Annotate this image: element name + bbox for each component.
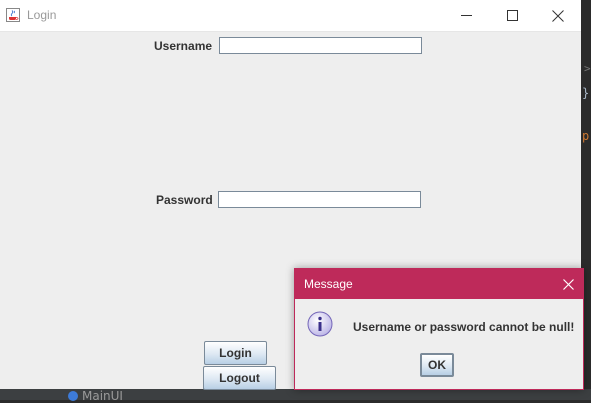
maximize-icon bbox=[506, 10, 518, 21]
dialog-title: Message bbox=[304, 277, 353, 291]
dialog-titlebar[interactable]: Message bbox=[295, 269, 583, 299]
dialog-message: Username or password cannot be null! bbox=[353, 320, 575, 334]
minimize-button[interactable] bbox=[443, 0, 489, 31]
ide-scroll-marker: > bbox=[584, 62, 591, 75]
minimize-icon bbox=[460, 15, 472, 16]
close-button[interactable] bbox=[535, 0, 581, 31]
password-input[interactable] bbox=[218, 191, 421, 208]
ide-code-brace: } bbox=[582, 86, 590, 100]
ide-file-label: MainUI bbox=[82, 389, 123, 403]
close-icon bbox=[562, 278, 574, 290]
dialog-close-button[interactable] bbox=[553, 269, 583, 299]
username-label: Username bbox=[154, 39, 213, 53]
info-icon bbox=[307, 311, 333, 337]
ok-button[interactable]: OK bbox=[420, 353, 454, 377]
password-label: Password bbox=[156, 193, 213, 207]
java-app-icon bbox=[6, 8, 20, 22]
ide-code-fragment: p bbox=[582, 129, 590, 143]
username-input[interactable] bbox=[219, 37, 422, 54]
message-dialog: Message Username or password cannot be n… bbox=[294, 268, 584, 390]
close-icon bbox=[552, 9, 564, 22]
ide-file-item[interactable]: MainUI bbox=[68, 389, 123, 403]
maximize-button[interactable] bbox=[489, 0, 535, 31]
window-title: Login bbox=[27, 8, 57, 22]
window-titlebar[interactable]: Login bbox=[0, 0, 581, 32]
login-button[interactable]: Login bbox=[204, 341, 267, 365]
logout-button[interactable]: Logout bbox=[203, 366, 276, 390]
